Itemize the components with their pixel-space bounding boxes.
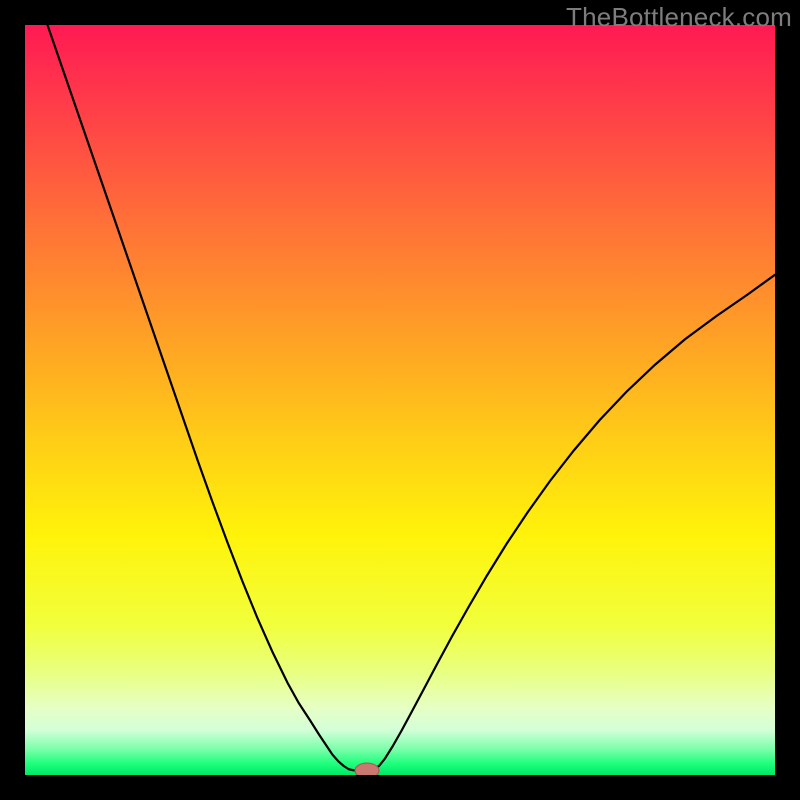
plot-background [25,25,775,775]
watermark-text: TheBottleneck.com [566,2,792,33]
minimum-marker [355,763,379,775]
chart-frame: TheBottleneck.com [0,0,800,800]
bottleneck-chart [25,25,775,775]
